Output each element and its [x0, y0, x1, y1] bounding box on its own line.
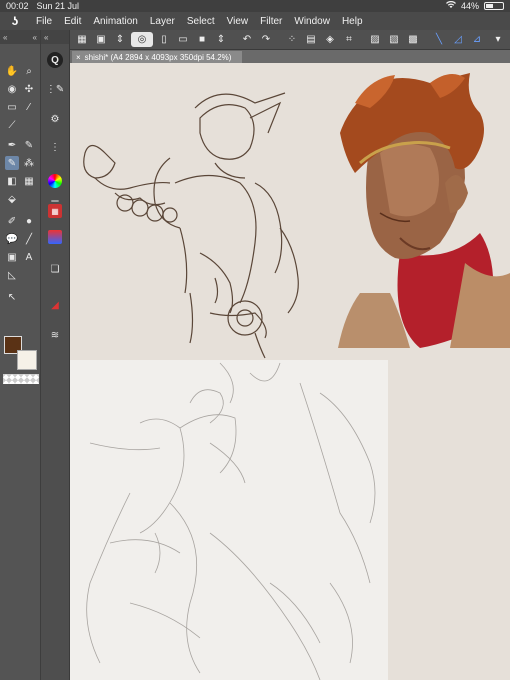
- eyedropper-icon[interactable]: ⟋: [5, 118, 19, 132]
- sub-tool-icon[interactable]: ⋮✎: [46, 82, 64, 96]
- status-time: 00:02: [6, 1, 29, 11]
- menu-animation[interactable]: Animation: [87, 16, 143, 27]
- intermediate-color-icon[interactable]: [48, 230, 62, 244]
- wifi-icon: [445, 0, 456, 11]
- command-bar: ▦ ▣ ⇕ ◎ ▯ ▭ ■ ⇕ ↶ ↷ ⁘ ▤ ◈ ⌗ ▨ ▧ ▩ ╲ ◿ ⊿ …: [70, 30, 510, 50]
- open-icon[interactable]: ▭: [175, 32, 191, 47]
- navigator-icon[interactable]: ≋: [48, 328, 62, 342]
- status-bar: 00:02 Sun 21 Jul 44%: [0, 0, 510, 12]
- pen-icon[interactable]: ✒: [5, 138, 19, 152]
- airbrush-icon[interactable]: ⁂: [22, 156, 36, 170]
- menu-layer[interactable]: Layer: [144, 16, 181, 27]
- document-tab[interactable]: × shishi* (A4 2894 x 4093px 350dpi 54.2%…: [72, 51, 242, 63]
- artwork: [70, 73, 510, 680]
- tool-palette-header: « «: [0, 30, 40, 44]
- fill-icon[interactable]: ⬙: [5, 192, 19, 206]
- canvas[interactable]: [70, 63, 510, 680]
- close-tab-icon[interactable]: ×: [76, 53, 81, 62]
- frame-icon[interactable]: ▣: [5, 250, 19, 264]
- select-icon[interactable]: ▭: [5, 100, 19, 114]
- menu-select[interactable]: Select: [181, 16, 221, 27]
- line-art: [83, 92, 299, 359]
- menu-filter[interactable]: Filter: [254, 16, 288, 27]
- collapse-dock-icon[interactable]: «: [44, 33, 48, 42]
- undo-icon[interactable]: ↶: [239, 32, 255, 47]
- tool-palette: « « ✋ ⌕ ◉ ✣ ▭ ⁄ ⟋ ✒ ✎ ✎ ⁂ ◧ ▦ ⬙ ✐ ● 💬 ╱ …: [0, 30, 41, 680]
- menu-window[interactable]: Window: [288, 16, 336, 27]
- arrows-icon[interactable]: ⇕: [112, 32, 128, 47]
- hand-icon[interactable]: ✋: [5, 64, 19, 78]
- color-set-icon[interactable]: ▦: [48, 204, 62, 218]
- operation-icon[interactable]: ↖: [5, 290, 19, 304]
- line-icon[interactable]: ╱: [22, 232, 36, 246]
- menu-file[interactable]: File: [30, 16, 58, 27]
- perspective-icon[interactable]: ╲: [431, 32, 447, 47]
- rotate-icon[interactable]: ◉: [5, 82, 19, 96]
- eraser-icon[interactable]: ◧: [5, 174, 19, 188]
- palette-dock-header: «: [41, 30, 69, 44]
- snap-icon[interactable]: ▧: [386, 32, 402, 47]
- ruler-icon[interactable]: ◺: [5, 268, 19, 282]
- save-options-icon[interactable]: ⇕: [213, 32, 229, 47]
- brush-icon[interactable]: ✎: [5, 156, 19, 170]
- wand-icon[interactable]: ⁄: [22, 100, 36, 114]
- transform-icon[interactable]: ⁘: [284, 32, 300, 47]
- layer-property-icon[interactable]: ◢: [48, 298, 62, 312]
- tool-property-icon[interactable]: ⚙: [48, 112, 62, 126]
- transparent-color-swatch[interactable]: [3, 374, 39, 384]
- command-bar-menu-icon[interactable]: ▾: [490, 32, 506, 47]
- balloon-icon[interactable]: 💬: [5, 232, 19, 246]
- new-file-icon[interactable]: ▯: [156, 32, 172, 47]
- special-ruler-icon[interactable]: ⊿: [469, 32, 485, 47]
- battery-icon: [484, 2, 504, 10]
- brush-size-icon[interactable]: ⋮: [48, 140, 62, 154]
- spiral-icon[interactable]: ◎: [131, 32, 153, 47]
- clear-icon[interactable]: ▨: [367, 32, 383, 47]
- save-icon[interactable]: ■: [194, 32, 210, 47]
- redo-icon[interactable]: ↷: [258, 32, 274, 47]
- scale-icon[interactable]: ▤: [303, 32, 319, 47]
- menu-edit[interactable]: Edit: [58, 16, 87, 27]
- text-icon[interactable]: A: [22, 250, 36, 264]
- pencil-icon[interactable]: ✎: [22, 138, 36, 152]
- figure-icon[interactable]: ●: [22, 214, 36, 228]
- gradient-icon[interactable]: ▦: [22, 174, 36, 188]
- panel-toggle-icon[interactable]: ▦: [74, 32, 90, 47]
- collapse-left-icon[interactable]: «: [3, 33, 7, 42]
- menu-bar: ʖ File Edit Animation Layer Select View …: [0, 12, 510, 30]
- status-date: Sun 21 Jul: [36, 1, 80, 11]
- colored-painting: [338, 73, 510, 348]
- document-tab-label: shishi* (A4 2894 x 4093px 350dpi 54.2%): [84, 52, 232, 62]
- battery-text: 44%: [460, 1, 479, 11]
- sub-color-swatch[interactable]: [17, 350, 37, 370]
- menu-view[interactable]: View: [221, 16, 255, 27]
- ruler-toggle-icon[interactable]: ▩: [405, 32, 421, 47]
- crop-icon[interactable]: ⌗: [341, 32, 357, 47]
- menu-help[interactable]: Help: [336, 16, 369, 27]
- color-wheel-icon[interactable]: [48, 174, 62, 188]
- zoom-icon[interactable]: ⌕: [22, 64, 36, 78]
- app-logo-icon[interactable]: ʖ: [0, 14, 30, 28]
- sketch-paper: [70, 360, 388, 680]
- fill-selection-icon[interactable]: ◈: [322, 32, 338, 47]
- palette-dock: « Q ⋮✎ ⚙ ⋮ ☰ ▦ ❏ ◢ ≋: [41, 30, 70, 680]
- symmetry-icon[interactable]: ◿: [450, 32, 466, 47]
- quick-access-icon[interactable]: Q: [47, 52, 63, 68]
- layer-icon[interactable]: ❏: [48, 262, 62, 276]
- collapse-right-icon[interactable]: «: [33, 33, 37, 42]
- camera-icon[interactable]: ▣: [93, 32, 109, 47]
- blend-icon[interactable]: ✐: [5, 214, 19, 228]
- move-icon[interactable]: ✣: [22, 82, 36, 96]
- document-tab-bar: × shishi* (A4 2894 x 4093px 350dpi 54.2%…: [70, 50, 510, 63]
